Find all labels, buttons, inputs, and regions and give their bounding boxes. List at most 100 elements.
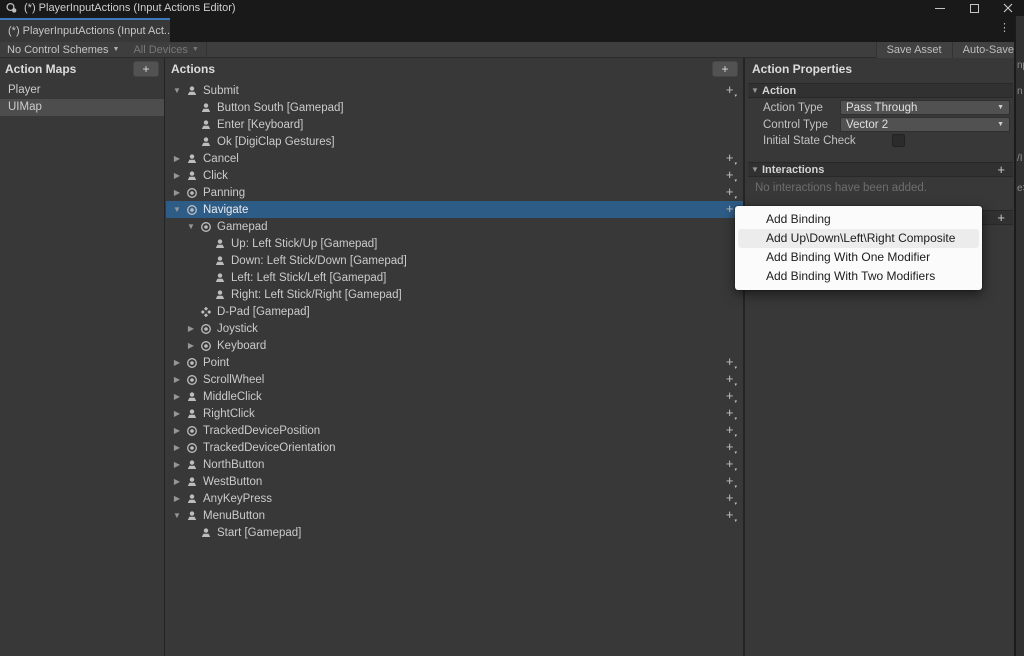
add-binding-plus-button[interactable]: + bbox=[726, 405, 736, 422]
add-binding-plus-button[interactable]: + bbox=[726, 473, 736, 490]
expander-closed-icon[interactable]: ▶ bbox=[170, 392, 184, 401]
add-binding-plus-button[interactable]: + bbox=[726, 490, 736, 507]
add-binding-plus-button[interactable]: + bbox=[726, 371, 736, 388]
tree-row[interactable]: Left: Left Stick/Left [Gamepad] bbox=[166, 269, 743, 286]
interactions-section-header[interactable]: ▼ Interactions + bbox=[748, 162, 1013, 177]
add-binding-plus-button[interactable]: + bbox=[726, 507, 736, 524]
tree-row[interactable]: ▶ Click + bbox=[166, 167, 743, 184]
maximize-icon[interactable] bbox=[968, 2, 980, 14]
close-icon[interactable] bbox=[1002, 2, 1014, 14]
tree-row[interactable]: Enter [Keyboard] bbox=[166, 116, 743, 133]
expander-closed-icon[interactable]: ▶ bbox=[170, 494, 184, 503]
context-menu-item[interactable]: Add Binding bbox=[735, 210, 982, 229]
button-control-icon bbox=[198, 526, 214, 539]
context-menu-item[interactable]: Add Up\Down\Left\Right Composite bbox=[738, 229, 979, 248]
tree-row[interactable]: ▶ MiddleClick + bbox=[166, 388, 743, 405]
action-type-dropdown[interactable]: Pass Through ▼ bbox=[840, 100, 1010, 115]
expander-open-icon[interactable]: ▼ bbox=[170, 205, 184, 214]
value-control-icon bbox=[198, 339, 214, 352]
add-binding-plus-button[interactable]: + bbox=[726, 456, 736, 473]
expander-closed-icon[interactable]: ▶ bbox=[170, 375, 184, 384]
add-binding-plus-button[interactable]: + bbox=[726, 354, 736, 371]
add-binding-plus-button[interactable]: + bbox=[726, 422, 736, 439]
tree-row[interactable]: ▼ Gamepad bbox=[166, 218, 743, 235]
tree-row[interactable]: ▶ Joystick bbox=[166, 320, 743, 337]
action-map-item-uimap[interactable]: UIMap bbox=[0, 99, 164, 116]
expander-open-icon[interactable]: ▼ bbox=[184, 222, 198, 231]
chevron-down-icon: ▼ bbox=[112, 46, 120, 53]
tree-row[interactable]: ▶ AnyKeyPress + bbox=[166, 490, 743, 507]
tree-row[interactable]: ▶ TrackedDevicePosition + bbox=[166, 422, 743, 439]
add-binding-plus-button[interactable]: + bbox=[726, 439, 736, 456]
control-type-dropdown[interactable]: Vector 2 ▼ bbox=[840, 117, 1010, 132]
add-binding-plus-button[interactable]: + bbox=[726, 167, 736, 184]
tree-row[interactable]: ▼ Submit + bbox=[166, 82, 743, 99]
tree-item-label: ScrollWheel bbox=[203, 373, 265, 386]
tree-row[interactable]: D-Pad [Gamepad] bbox=[166, 303, 743, 320]
save-asset-button[interactable]: Save Asset bbox=[875, 41, 952, 58]
expander-open-icon[interactable]: ▼ bbox=[170, 86, 184, 95]
value-control-icon bbox=[198, 220, 214, 233]
tree-row[interactable]: Start [Gamepad] bbox=[166, 524, 743, 541]
minimize-icon[interactable] bbox=[934, 2, 946, 14]
control-schemes-label: No Control Schemes bbox=[7, 43, 109, 56]
expander-closed-icon[interactable]: ▶ bbox=[170, 171, 184, 180]
tree-item-label: Joystick bbox=[217, 322, 258, 335]
expander-closed-icon[interactable]: ▶ bbox=[170, 188, 184, 197]
editor-toolbar: No Control Schemes ▼ All Devices ▼ Save … bbox=[0, 41, 1024, 58]
add-action-map-button[interactable]: + bbox=[133, 61, 159, 77]
tree-row[interactable]: Ok [DigiClap Gestures] bbox=[166, 133, 743, 150]
add-binding-plus-button[interactable]: + bbox=[726, 82, 736, 99]
tree-item-label: Submit bbox=[203, 84, 239, 97]
tree-row[interactable]: ▼ MenuButton + bbox=[166, 507, 743, 524]
add-binding-plus-button[interactable]: + bbox=[726, 388, 736, 405]
expander-closed-icon[interactable]: ▶ bbox=[170, 443, 184, 452]
expander-closed-icon[interactable]: ▶ bbox=[170, 460, 184, 469]
tree-row[interactable]: ▶ NorthButton + bbox=[166, 456, 743, 473]
add-binding-plus-button[interactable]: + bbox=[726, 184, 736, 201]
tree-item-label: AnyKeyPress bbox=[203, 492, 273, 505]
expander-closed-icon[interactable]: ▶ bbox=[184, 324, 198, 333]
tree-row[interactable]: ▶ Panning + bbox=[166, 184, 743, 201]
add-interaction-button[interactable]: + bbox=[997, 162, 1005, 177]
button-control-icon bbox=[184, 390, 200, 403]
context-menu-item[interactable]: Add Binding With Two Modifiers bbox=[735, 267, 982, 286]
titlebar: (*) PlayerInputActions (Input Actions Ed… bbox=[0, 0, 1024, 16]
expander-open-icon[interactable]: ▼ bbox=[170, 511, 184, 520]
tree-row[interactable]: ▶ TrackedDeviceOrientation + bbox=[166, 439, 743, 456]
expander-closed-icon[interactable]: ▶ bbox=[170, 154, 184, 163]
control-schemes-dropdown[interactable]: No Control Schemes ▼ bbox=[0, 42, 126, 58]
action-section-header[interactable]: ▼ Action bbox=[748, 83, 1013, 98]
expander-closed-icon[interactable]: ▶ bbox=[170, 358, 184, 367]
tree-row[interactable]: Down: Left Stick/Down [Gamepad] bbox=[166, 252, 743, 269]
tree-row[interactable]: ▶ WestButton + bbox=[166, 473, 743, 490]
clipped-background-text: np bbox=[1017, 60, 1024, 71]
tree-row[interactable]: Up: Left Stick/Up [Gamepad] bbox=[166, 235, 743, 252]
expander-closed-icon[interactable]: ▶ bbox=[170, 426, 184, 435]
tree-item-label: Button South [Gamepad] bbox=[217, 101, 344, 114]
tree-row[interactable]: Right: Left Stick/Right [Gamepad] bbox=[166, 286, 743, 303]
expander-closed-icon[interactable]: ▶ bbox=[170, 409, 184, 418]
expander-closed-icon[interactable]: ▶ bbox=[170, 477, 184, 486]
value-control-icon bbox=[184, 441, 200, 454]
tree-row[interactable]: ▼ Navigate + bbox=[166, 201, 743, 218]
button-control-icon bbox=[184, 84, 200, 97]
context-menu-item[interactable]: Add Binding With One Modifier bbox=[735, 248, 982, 267]
expander-closed-icon[interactable]: ▶ bbox=[184, 341, 198, 350]
add-action-button[interactable]: + bbox=[712, 61, 738, 77]
devices-dropdown[interactable]: All Devices ▼ bbox=[126, 42, 205, 58]
kebab-menu-icon[interactable]: ⋮ bbox=[999, 21, 1010, 34]
action-map-item-player[interactable]: Player bbox=[0, 82, 164, 99]
initial-state-check-checkbox[interactable] bbox=[891, 134, 905, 147]
tree-item-label: Keyboard bbox=[217, 339, 267, 352]
tree-row[interactable]: Button South [Gamepad] bbox=[166, 99, 743, 116]
tab-playerinputactions[interactable]: (*) PlayerInputActions (Input Act... bbox=[0, 18, 170, 42]
action-maps-panel: Action Maps + Player UIMap bbox=[0, 58, 165, 656]
tree-row[interactable]: ▶ Cancel + bbox=[166, 150, 743, 167]
add-binding-plus-button[interactable]: + bbox=[726, 150, 736, 167]
tree-row[interactable]: ▶ ScrollWheel + bbox=[166, 371, 743, 388]
tree-row[interactable]: ▶ Point + bbox=[166, 354, 743, 371]
add-processor-button[interactable]: + bbox=[997, 210, 1005, 225]
tree-row[interactable]: ▶ Keyboard bbox=[166, 337, 743, 354]
tree-row[interactable]: ▶ RightClick + bbox=[166, 405, 743, 422]
